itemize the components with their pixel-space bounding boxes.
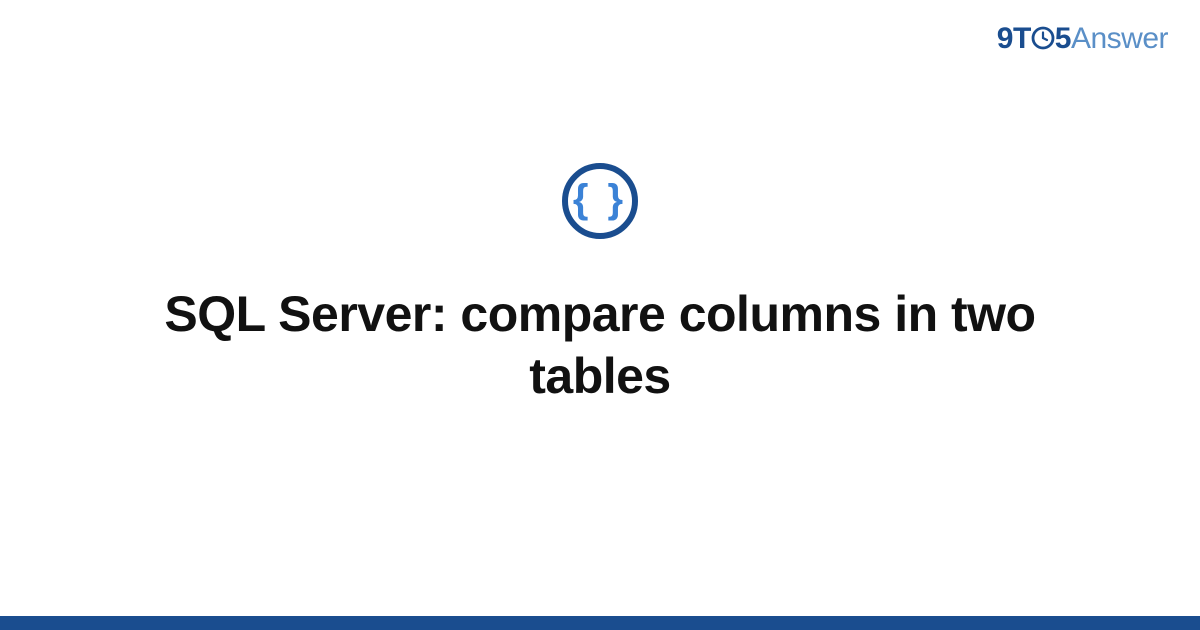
category-badge: { } (562, 163, 638, 239)
footer-accent-bar (0, 616, 1200, 630)
content-area: { } SQL Server: compare columns in two t… (0, 0, 1200, 630)
question-title: SQL Server: compare columns in two table… (100, 283, 1100, 408)
code-braces-icon: { } (573, 179, 627, 219)
